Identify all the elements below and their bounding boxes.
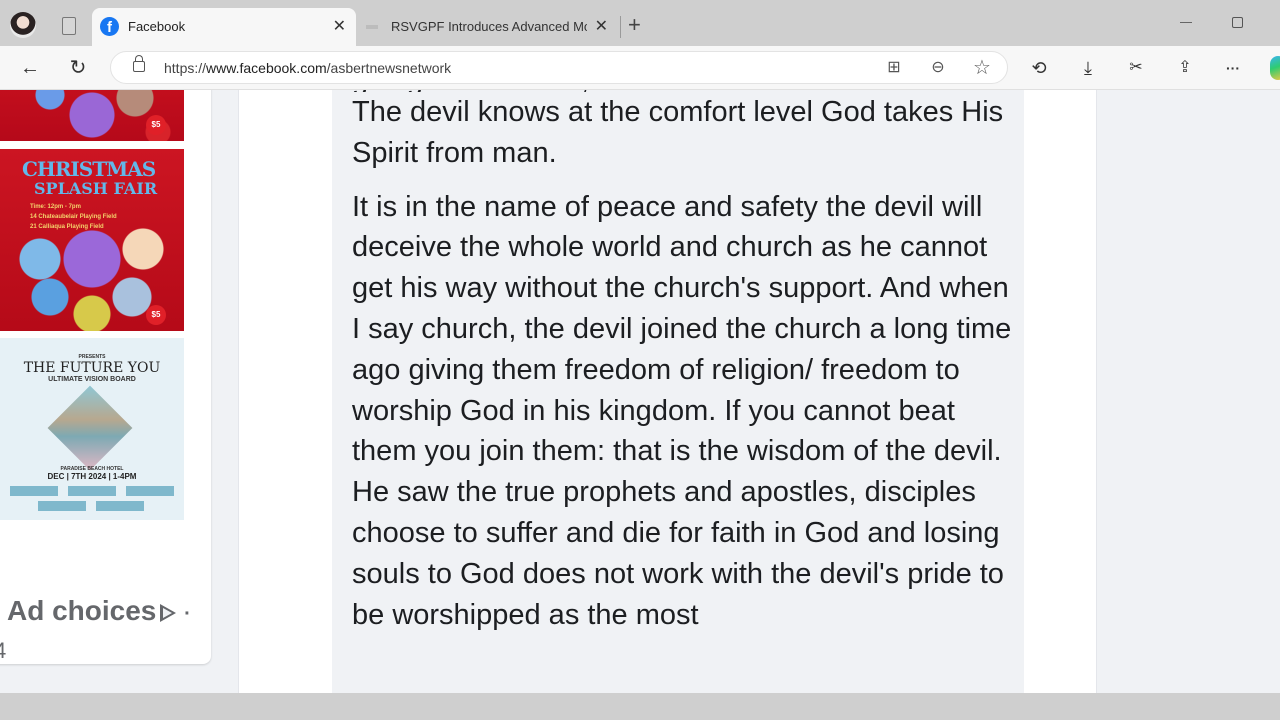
close-tab-icon[interactable]: ✕ bbox=[595, 16, 608, 36]
ad-subtitle: SPLASH FAIR bbox=[34, 179, 158, 198]
url-path: /asbertnewsnetwork bbox=[326, 60, 452, 76]
url-text[interactable]: https://www.facebook.com/asbertnewsnetwo… bbox=[164, 60, 451, 76]
ad-time: Time: 12pm - 7pm bbox=[30, 204, 81, 210]
future-you-conference-ad[interactable]: PRESENTS THE FUTURE YOU ULTIMATE VISION … bbox=[0, 338, 184, 520]
info-box bbox=[96, 501, 144, 511]
tab-facebook[interactable]: f Facebook ✕ bbox=[92, 8, 356, 46]
zoom-out-icon[interactable]: ⊖ bbox=[925, 55, 951, 81]
tab-rsvgpf[interactable]: RSVGPF Introduces Advanced Mo ✕ bbox=[362, 8, 616, 46]
tab-title: Facebook bbox=[128, 19, 186, 34]
sponsored-ads-card: $5 CHRISTMAS SPLASH FAIR Time: 12pm - 7p… bbox=[0, 90, 211, 664]
url-prefix: https:// bbox=[164, 60, 207, 76]
christmas-splash-fair-ad-top[interactable]: $5 bbox=[0, 90, 184, 141]
partial-footer-text: 4 bbox=[0, 638, 7, 663]
price-badge: $5 bbox=[146, 305, 166, 325]
ad-date: DEC | 7TH 2024 | 1-4PM bbox=[47, 472, 137, 481]
price-badge: $5 bbox=[146, 115, 166, 135]
ad-title: THE FUTURE YOU bbox=[23, 360, 161, 376]
maximize-button[interactable] bbox=[1232, 17, 1243, 28]
tab-actions-page-icon[interactable] bbox=[62, 17, 76, 35]
browser-toolbar: ← ↻ https://www.facebook.com/asbertnewsn… bbox=[0, 46, 1280, 90]
bottom-bar bbox=[0, 693, 1280, 720]
photo-collage bbox=[47, 385, 133, 471]
separator-dot: · bbox=[184, 603, 191, 625]
screenshot-icon[interactable]: ✂ bbox=[1122, 54, 1150, 82]
history-icon[interactable]: ⟲ bbox=[1025, 54, 1053, 82]
downloads-icon[interactable]: ⤓ bbox=[1074, 54, 1102, 82]
refresh-button[interactable]: ↻ bbox=[64, 54, 92, 82]
ad-choices-icon bbox=[160, 603, 177, 622]
ad-details: Time: 12pm - 7pm 14 Chateaubelair Playin… bbox=[30, 202, 117, 232]
favorite-star-icon[interactable]: ☆ bbox=[969, 55, 995, 81]
share-icon[interactable]: ⇪ bbox=[1171, 54, 1199, 82]
ad-choices-label: Ad choices bbox=[7, 595, 157, 626]
post-paragraph: The devil knows at the comfort level God… bbox=[352, 96, 1004, 169]
ad-title: CHRISTMAS bbox=[22, 157, 156, 181]
more-options-icon[interactable]: ··· bbox=[1219, 54, 1247, 82]
ad-choices-link[interactable]: Ad choices · bbox=[7, 595, 191, 627]
post-text: going to be boiled, that is how the devi… bbox=[352, 90, 1012, 648]
post-paragraph: It is in the name of peace and safety th… bbox=[352, 190, 1012, 631]
info-box bbox=[126, 486, 174, 496]
browser-titlebar: f Facebook ✕ RSVGPF Introduces Advanced … bbox=[0, 0, 1280, 46]
ad-venue-2: 21 Calliaqua Playing Field bbox=[30, 224, 104, 230]
generic-favicon-icon bbox=[366, 25, 378, 29]
facebook-icon: f bbox=[100, 17, 119, 36]
post-text-area: going to be boiled, that is how the devi… bbox=[332, 90, 1024, 693]
info-box bbox=[68, 486, 116, 496]
info-box bbox=[10, 486, 58, 496]
url-host: www.facebook.com bbox=[206, 60, 327, 76]
christmas-splash-fair-ad[interactable]: CHRISTMAS SPLASH FAIR Time: 12pm - 7pm 1… bbox=[0, 149, 184, 331]
info-box bbox=[38, 501, 86, 511]
address-bar[interactable]: https://www.facebook.com/asbertnewsnetwo… bbox=[110, 51, 1008, 84]
profile-avatar[interactable] bbox=[10, 12, 36, 38]
minimize-button[interactable] bbox=[1180, 22, 1192, 23]
new-tab-button[interactable]: + bbox=[628, 12, 641, 38]
feed-column: going to be boiled, that is how the devi… bbox=[238, 90, 1097, 693]
ad-subtitle: ULTIMATE VISION BOARD bbox=[48, 376, 136, 383]
copilot-icon[interactable] bbox=[1270, 56, 1280, 80]
lock-icon[interactable] bbox=[133, 55, 145, 72]
facebook-page: $5 CHRISTMAS SPLASH FAIR Time: 12pm - 7p… bbox=[0, 90, 1280, 693]
close-tab-icon[interactable]: ✕ bbox=[333, 16, 346, 36]
tab-separator bbox=[620, 16, 621, 38]
tab-title: RSVGPF Introduces Advanced Mo bbox=[391, 19, 587, 34]
ad-venue-1: 14 Chateaubelair Playing Field bbox=[30, 214, 117, 220]
apps-icon[interactable]: ⊞ bbox=[881, 55, 907, 81]
back-button[interactable]: ← bbox=[16, 54, 44, 82]
